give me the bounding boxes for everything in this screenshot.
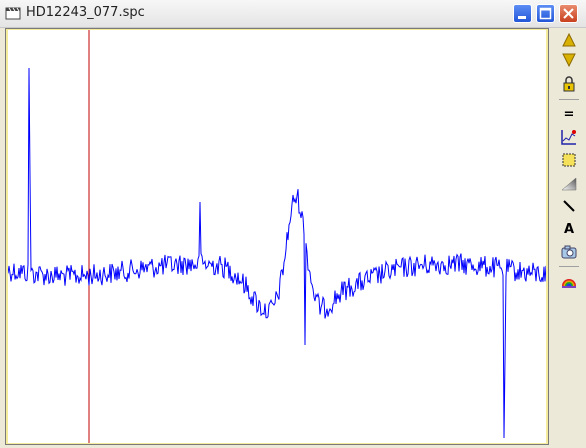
line-tool-button[interactable] (559, 196, 579, 216)
select-region-icon (562, 153, 576, 167)
text-tool-icon: A (563, 221, 575, 237)
window-title: HD12243_077.spc (26, 5, 145, 20)
graph-icon (561, 130, 576, 145)
spectrum-plot[interactable] (8, 30, 546, 443)
minimize-button[interactable] (513, 4, 532, 23)
lock-button[interactable] (559, 74, 579, 94)
scroll-down-button[interactable] (559, 50, 579, 70)
maximize-icon (539, 7, 552, 20)
lock-icon (563, 76, 575, 92)
scroll-up-button[interactable] (559, 30, 579, 50)
toolbar-separator (559, 266, 579, 267)
equals-button[interactable]: = (559, 104, 579, 124)
scroll-up-icon (562, 33, 576, 47)
color-palette-button[interactable] (559, 271, 579, 291)
right-toolbar: = A (556, 28, 582, 338)
color-palette-icon (562, 279, 576, 288)
line-tool-icon (563, 200, 575, 212)
close-button[interactable] (559, 4, 578, 23)
gradient-button[interactable] (559, 173, 579, 193)
toolbar-separator (559, 99, 579, 100)
gradient-icon (561, 177, 577, 191)
graph-button[interactable] (559, 127, 579, 147)
text-tool-button[interactable]: A (559, 219, 579, 239)
minimize-icon (518, 16, 526, 19)
close-icon (563, 8, 574, 19)
title-bar[interactable]: HD12243_077.spc (0, 0, 586, 28)
scroll-down-icon (562, 53, 576, 67)
camera-icon (561, 245, 577, 259)
maximize-button[interactable] (536, 4, 555, 23)
app-icon (5, 5, 21, 21)
equals-icon: = (563, 106, 575, 122)
camera-button[interactable] (559, 242, 579, 262)
spectrum-window: HD12243_077.spc = A (0, 0, 586, 448)
select-region-button[interactable] (559, 150, 579, 170)
